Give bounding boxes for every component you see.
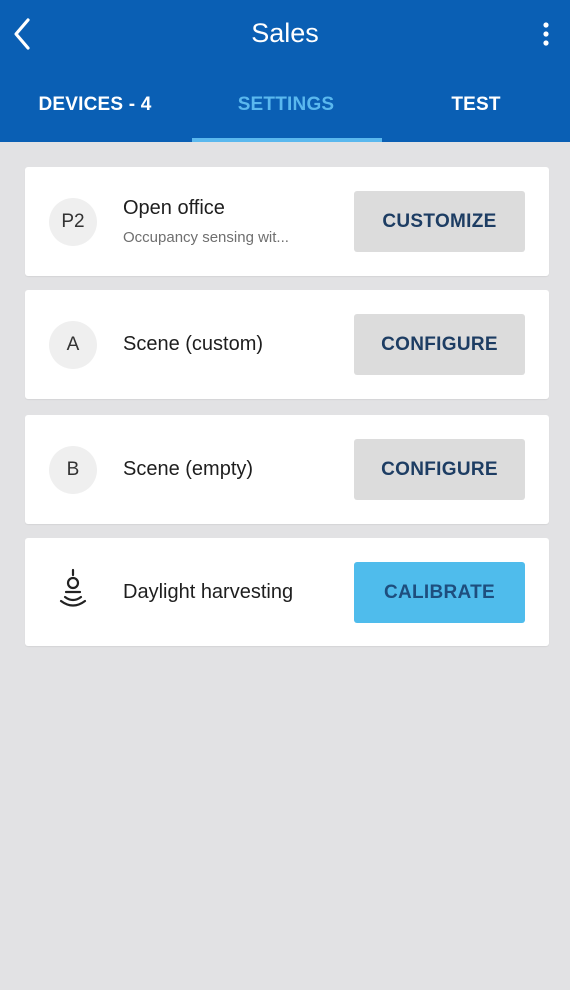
settings-card-scene-b: B Scene (empty) CONFIGURE [25,415,549,524]
profile-badge: P2 [49,198,97,246]
app-bar: Sales DEVICES - 4 SETTINGS TEST [0,0,570,142]
configure-button[interactable]: CONFIGURE [354,439,525,500]
calibrate-button[interactable]: CALIBRATE [354,562,525,623]
daylight-sensor-icon [59,568,87,607]
card-subtitle: Occupancy sensing wit... [123,229,289,246]
settings-card-scene-a: A Scene (custom) CONFIGURE [25,290,549,399]
more-vertical-icon[interactable] [536,20,556,50]
scene-badge: A [49,321,97,369]
tab-settings[interactable]: SETTINGS [190,80,382,142]
card-title: Daylight harvesting [123,581,294,603]
settings-card-daylight-harvesting: Daylight harvesting CALIBRATE [25,538,549,646]
customize-button[interactable]: CUSTOMIZE [354,191,525,252]
tab-bar: DEVICES - 4 SETTINGS TEST [0,80,570,142]
active-tab-indicator [192,138,382,142]
settings-card-open-office: P2 Open office Occupancy sensing wit... … [25,167,549,276]
configure-button[interactable]: CONFIGURE [354,314,525,375]
card-title: Open office [123,197,225,219]
tab-test[interactable]: TEST [382,80,570,142]
tab-devices[interactable]: DEVICES - 4 [0,80,190,142]
card-title: Scene (custom) [123,333,264,355]
scene-badge: B [49,446,97,494]
page-title: Sales [251,18,319,48]
card-title: Scene (empty) [123,458,254,480]
